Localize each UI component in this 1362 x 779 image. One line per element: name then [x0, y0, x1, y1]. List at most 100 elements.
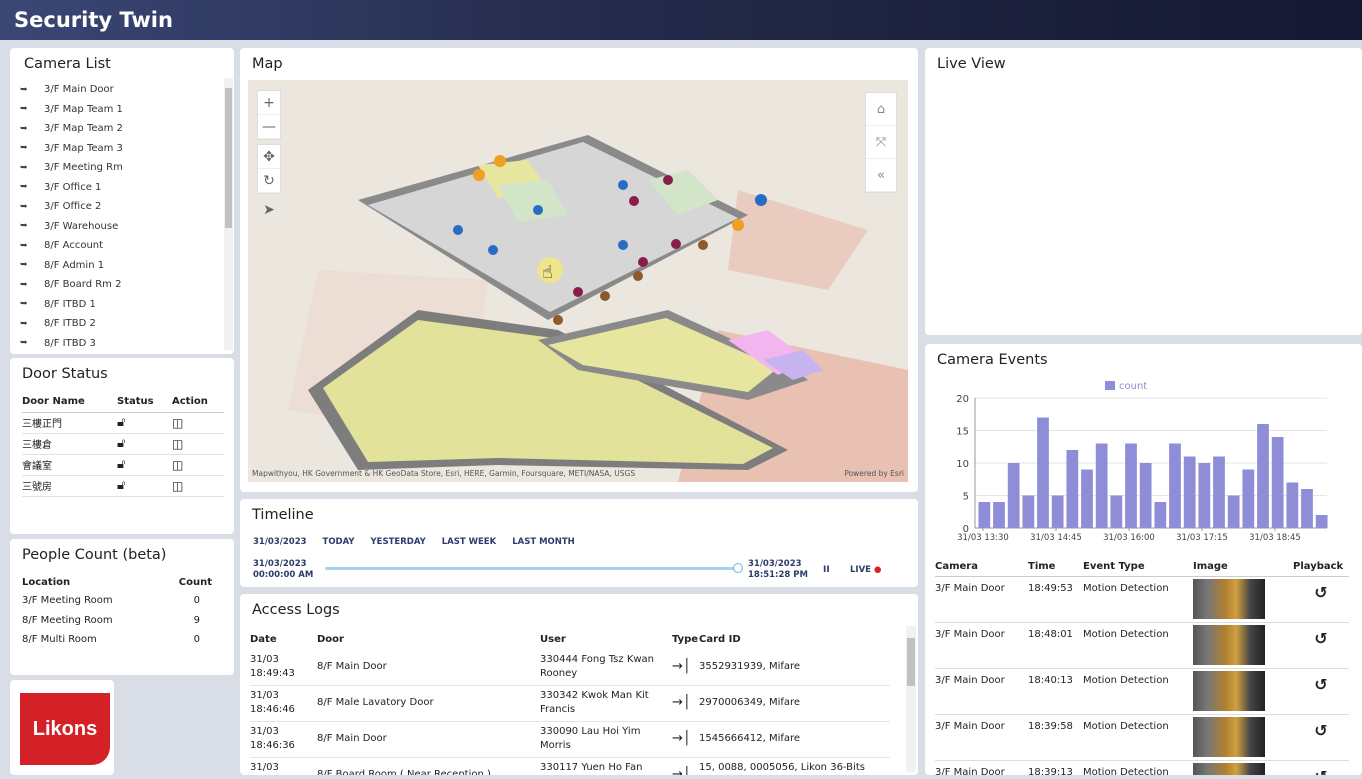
table-row[interactable]: 31/03 18:49:43 8/F Main Door 330444 Fong Ts…	[250, 649, 890, 686]
camera-icon: ➥	[20, 123, 28, 134]
layers-button[interactable]: ⌂	[866, 93, 896, 126]
playback-button[interactable]: ↺	[1293, 760, 1349, 775]
camera-name: 8/F Account	[44, 240, 104, 252]
camera-icon: ➥	[20, 299, 28, 310]
camera-name: 3/F Main Door	[44, 84, 114, 96]
log-date: 31/03	[250, 690, 279, 701]
tab-last-week[interactable]: LAST WEEK	[442, 537, 496, 547]
tab-yesterday[interactable]: YESTERDAY	[371, 537, 426, 547]
table-row[interactable]: 31/03 18:46:36 8/F Main Door 330090 Lau Hoi…	[250, 721, 890, 758]
lock-icon: 🔓︎	[117, 475, 172, 497]
door-open-button[interactable]: ◫	[172, 412, 224, 434]
camera-icon: ➥	[20, 84, 28, 95]
log-datetime: 31/03 18:46:46	[250, 685, 317, 722]
camera-list-item[interactable]: ➥ 3/F Main Door	[20, 80, 232, 100]
zoom-in-button[interactable]: +	[258, 91, 280, 115]
camera-list-item[interactable]: ➥ 3/F Map Team 3	[20, 139, 232, 159]
scrollbar-thumb[interactable]	[225, 88, 232, 228]
door-open-button[interactable]: ◫	[172, 454, 224, 476]
log-card-id: 3552931939, Mifare	[699, 649, 890, 686]
tab-last-month[interactable]: LAST MONTH	[512, 537, 575, 547]
snapshot-thumbnail[interactable]	[1193, 762, 1265, 775]
camera-list-item[interactable]: ➥ 3/F Map Team 2	[20, 119, 232, 139]
lock-icon: 🔓︎	[117, 454, 172, 476]
pan-button[interactable]: ✥	[258, 145, 280, 169]
camera-list-item[interactable]: ➥ 8/F Board Rm 2	[20, 275, 232, 295]
camera-list-item[interactable]: ➥ 8/F ITBD 2	[20, 314, 232, 334]
door-name: 會議室	[22, 454, 117, 476]
table-row[interactable]: 3/F Main Door 18:49:53 Motion Detection ↺	[935, 576, 1349, 623]
door-open-button[interactable]: ◫	[172, 475, 224, 497]
select-button[interactable]: ➤	[257, 198, 281, 222]
table-row[interactable]: 3/F Main Door18:39:13Motion Detection ↺	[935, 760, 1349, 775]
camera-events-panel: Camera Events count 0 5 10 15 20 31/03 13:30 31…	[925, 344, 1362, 775]
camera-list-item[interactable]: ➥ 3/F Office 1	[20, 178, 232, 198]
camera-list-item[interactable]: ➥ 8/F ITBD 3	[20, 334, 232, 354]
table-row[interactable]: 3/F Main Door 18:48:01 Motion Detection ↺	[935, 622, 1349, 669]
col-image: Image	[1193, 558, 1293, 577]
door-name: 三號房	[22, 475, 117, 497]
camera-icon: ➥	[20, 201, 28, 212]
replay-icon[interactable]: ↺	[1293, 721, 1349, 740]
event-image[interactable]	[1193, 622, 1293, 669]
camera-name: 3/F Office 1	[44, 181, 102, 193]
snapshot-thumbnail[interactable]	[1193, 624, 1265, 665]
table-row[interactable]: 3/F Main Door 18:39:58 Motion Detection ↺	[935, 714, 1349, 761]
collapse-button[interactable]: «	[866, 159, 896, 192]
map-panel: Map ☝ + — ✥ ↻ ➤ ⌂ ⤧ « Mapwithyou, HK Gov…	[240, 48, 918, 492]
table-row[interactable]: 31/0318:45:248/F Board Room ( Near Recep…	[250, 757, 890, 775]
event-image[interactable]	[1193, 714, 1293, 761]
camera-name: 8/F ITBD 3	[44, 337, 96, 349]
camera-events-table: Camera Time Event Type Image Playback 3/…	[935, 558, 1349, 775]
camera-list-item[interactable]: ➥ 8/F Admin 1	[20, 256, 232, 276]
timeline-slider-knob[interactable]	[733, 563, 743, 573]
camera-list-item[interactable]: ➥ 3/F Office 2	[20, 197, 232, 217]
col-location: Location	[22, 576, 71, 588]
people-count-value: 9	[193, 614, 200, 626]
people-count-value: 0	[193, 595, 200, 607]
replay-icon[interactable]: ↺	[1293, 767, 1349, 776]
zoom-out-button[interactable]: —	[258, 115, 280, 139]
replay-icon[interactable]: ↺	[1293, 583, 1349, 602]
map-view[interactable]: ☝ + — ✥ ↻ ➤ ⌂ ⤧ « Mapwithyou, HK Governm…	[248, 80, 908, 482]
snapshot-thumbnail[interactable]	[1193, 716, 1265, 757]
rotate-button[interactable]: ↻	[258, 169, 280, 193]
event-camera: 3/F Main Door	[935, 576, 1028, 623]
camera-list-item[interactable]: ➥ 3/F Meeting Rm	[20, 158, 232, 178]
log-time: 18:49:43	[250, 667, 295, 679]
live-indicator[interactable]: LIVE ●	[850, 565, 881, 575]
access-logs-scrollbar[interactable]	[906, 626, 916, 772]
playback-button[interactable]: ↺	[1293, 622, 1349, 669]
table-row[interactable]: 31/03 18:46:46 8/F Male Lavatory Door 33034…	[250, 685, 890, 722]
playback-button[interactable]: ↺	[1293, 576, 1349, 623]
replay-icon[interactable]: ↺	[1293, 629, 1349, 648]
table-row[interactable]: 3/F Main Door 18:40:13 Motion Detection ↺	[935, 668, 1349, 715]
camera-name: 3/F Warehouse	[44, 220, 119, 232]
door-open-button[interactable]: ◫	[172, 433, 224, 455]
camera-list-item[interactable]: ➥ 8/F ITBD 1	[20, 295, 232, 315]
event-image[interactable]	[1193, 760, 1293, 775]
snapshot-thumbnail[interactable]	[1193, 670, 1265, 711]
camera-list: ➥ 3/F Main Door ➥ 3/F Map Team 1 ➥ 3/F Map Te…	[20, 80, 232, 353]
event-image[interactable]	[1193, 668, 1293, 715]
col-card-id: Card ID	[699, 633, 741, 645]
scrollbar-thumb[interactable]	[907, 638, 915, 686]
playback-button[interactable]: ↺	[1293, 668, 1349, 715]
camera-icon: ➥	[20, 318, 28, 329]
log-time: 18:46:46	[250, 704, 295, 715]
camera-list-item[interactable]: ➥ 3/F Map Team 1	[20, 100, 232, 120]
camera-list-item[interactable]: ➥ 3/F Warehouse	[20, 217, 232, 237]
camera-list-item[interactable]: ➥ 8/F Account	[20, 236, 232, 256]
timeline-slider[interactable]	[325, 567, 737, 570]
tab-today[interactable]: TODAY	[323, 537, 355, 547]
camera-list-scrollbar[interactable]	[224, 78, 233, 350]
log-date: 31/03	[250, 653, 279, 665]
y-tick-label: 15	[956, 427, 969, 438]
pause-button[interactable]: II	[823, 565, 830, 575]
event-image[interactable]	[1193, 576, 1293, 623]
playback-button[interactable]: ↺	[1293, 714, 1349, 761]
bar	[1095, 443, 1108, 528]
fullscreen-button[interactable]: ⤧	[866, 126, 896, 159]
snapshot-thumbnail[interactable]	[1193, 578, 1265, 619]
replay-icon[interactable]: ↺	[1293, 675, 1349, 694]
